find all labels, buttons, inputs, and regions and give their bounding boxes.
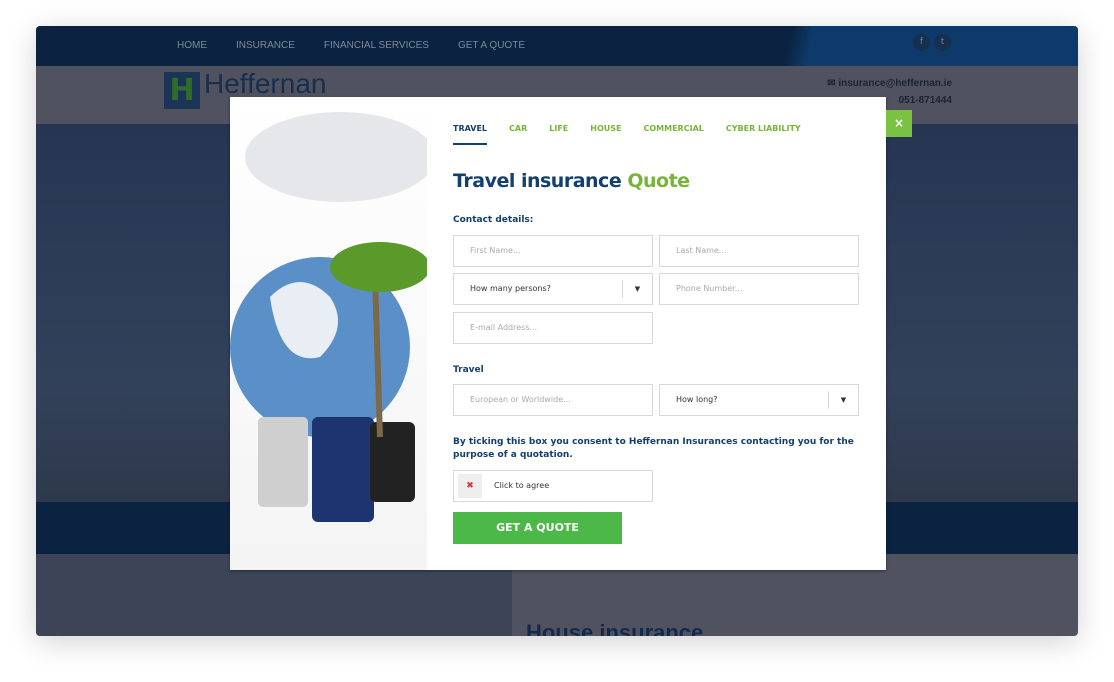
tab-life[interactable]: LIFE [549, 124, 568, 145]
title-main: Travel insurance [453, 170, 622, 192]
nav-financial-services[interactable]: FINANCIAL SERVICES [324, 40, 429, 51]
logo[interactable]: H [164, 72, 200, 109]
insurance-tabs: TRAVEL CAR LIFE HOUSE COMMERCIAL CYBER L… [453, 124, 801, 145]
close-button[interactable]: × [886, 110, 912, 137]
last-name-input[interactable]: Last Name... [659, 235, 859, 267]
travel-label: Travel [453, 365, 484, 375]
chevron-down-icon: ▼ [828, 391, 858, 409]
tab-car[interactable]: CAR [509, 124, 527, 145]
tab-commercial[interactable]: COMMERCIAL [644, 124, 704, 145]
modal-title: Travel insurance Quote [453, 170, 690, 192]
get-quote-button[interactable]: GET A QUOTE [453, 512, 622, 544]
cross-icon: ✖ [458, 474, 482, 498]
brand-name: Heffernan [204, 68, 327, 99]
quote-modal: TRAVEL CAR LIFE HOUSE COMMERCIAL CYBER L… [230, 97, 886, 570]
agree-label: Click to agree [494, 481, 550, 490]
email-link[interactable]: ✉ insurance@heffernan.ie [827, 78, 952, 89]
email-text: insurance@heffernan.ie [838, 78, 952, 89]
chevron-down-icon: ▼ [622, 280, 652, 298]
duration-value: How long? [676, 395, 718, 404]
title-accent: Quote [627, 170, 690, 192]
nav-insurance[interactable]: INSURANCE [236, 40, 295, 51]
twitter-icon[interactable]: t [934, 34, 951, 51]
contact-details-label: Contact details: [453, 215, 534, 225]
section-title: House insurance [526, 620, 704, 636]
region-input[interactable]: European or Worldwide... [453, 384, 653, 416]
phone-text: 051-871444 [898, 95, 952, 106]
tab-cyber-liability[interactable]: CYBER LIABILITY [726, 124, 801, 145]
facebook-icon[interactable]: f [913, 34, 930, 51]
persons-value: How many persons? [470, 284, 551, 293]
persons-select[interactable]: How many persons? ▼ [453, 273, 653, 305]
phone-input[interactable]: Phone Number... [659, 273, 859, 305]
consent-text: By ticking this box you consent to Heffe… [453, 437, 854, 460]
tab-house[interactable]: HOUSE [590, 124, 621, 145]
nav-get-a-quote[interactable]: GET A QUOTE [458, 40, 525, 51]
nav-home[interactable]: HOME [177, 40, 207, 51]
duration-select[interactable]: How long? ▼ [659, 384, 859, 416]
travel-image [230, 97, 435, 570]
first-name-input[interactable]: First Name... [453, 235, 653, 267]
email-input[interactable]: E-mail Address... [453, 312, 653, 344]
top-nav-bar: HOME INSURANCE FINANCIAL SERVICES GET A … [36, 26, 1078, 66]
agree-checkbox[interactable]: ✖ Click to agree [453, 470, 653, 502]
tab-travel[interactable]: TRAVEL [453, 124, 488, 145]
